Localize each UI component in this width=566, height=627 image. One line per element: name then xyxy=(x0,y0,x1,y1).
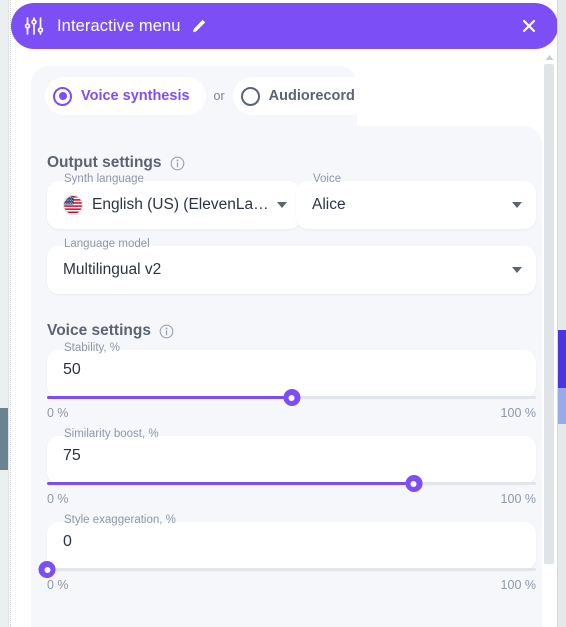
pencil-icon[interactable] xyxy=(191,18,207,34)
stability-value: 50 xyxy=(63,361,81,378)
tab-audiorecord[interactable]: Audiorecord xyxy=(232,77,371,115)
chevron-down-icon[interactable] xyxy=(512,202,522,208)
close-icon[interactable] xyxy=(518,15,540,37)
stability-slider-fill xyxy=(47,396,292,399)
chevron-down-icon[interactable] xyxy=(512,267,522,273)
voice-settings-heading: Voice settings xyxy=(47,322,174,340)
language-model-select[interactable]: Language model Multilingual v2 xyxy=(47,238,536,294)
style-exaggeration-max-label: 100 % xyxy=(500,578,536,592)
radio-unselected-icon xyxy=(240,86,260,106)
page-scrollbar-left[interactable] xyxy=(0,0,9,627)
style-exaggeration-value: 0 xyxy=(63,533,72,550)
stability-slider-track[interactable] xyxy=(47,389,536,406)
tab-audiorecord-label: Audiorecord xyxy=(268,88,355,104)
page-scrollbar-right-thumb-secondary[interactable] xyxy=(558,388,566,424)
output-settings-heading-label: Output settings xyxy=(47,154,162,171)
similarity-boost-max-label: 100 % xyxy=(500,492,536,506)
tab-voice-synthesis[interactable]: Voice synthesis xyxy=(45,77,206,115)
modal-window: Interactive menu Voice synthesis or Audi… xyxy=(10,0,557,627)
settings-panel: Output settings Synth language English (… xyxy=(31,126,542,627)
modal-body: Voice synthesis or Audiorecord Output se… xyxy=(11,52,542,627)
similarity-boost-label: Similarity boost, % xyxy=(64,428,159,440)
similarity-boost-slider-thumb[interactable] xyxy=(405,475,423,492)
tab-voice-synthesis-label: Voice synthesis xyxy=(81,88,190,104)
us-flag-icon xyxy=(63,195,83,215)
page-scrollbar-right-thumb[interactable] xyxy=(558,330,566,388)
style-exaggeration-min-label: 0 % xyxy=(47,578,69,592)
style-exaggeration-slider-thumb[interactable] xyxy=(38,561,56,578)
page-title: Interactive menu xyxy=(57,16,181,35)
modal-titlebar: Interactive menu xyxy=(11,3,557,49)
synth-language-select[interactable]: Synth language English (US) (ElevenLa… xyxy=(47,173,301,229)
mode-tabstrip: Voice synthesis or Audiorecord xyxy=(31,66,371,126)
similarity-boost-slider-track[interactable] xyxy=(47,475,536,492)
voice-value: Alice xyxy=(312,196,346,213)
stability-max-label: 100 % xyxy=(500,406,536,420)
style-exaggeration-input[interactable]: Style exaggeration, % 0 xyxy=(47,514,536,570)
synth-language-value: English (US) (ElevenLa… xyxy=(92,196,269,213)
stability-slider-thumb[interactable] xyxy=(283,389,300,406)
sliders-icon xyxy=(23,15,45,37)
voice-label: Voice xyxy=(313,173,342,185)
page-scrollbar-left-thumb[interactable] xyxy=(0,408,8,470)
stability-label: Stability, % xyxy=(64,342,121,354)
radio-selected-icon xyxy=(53,86,72,106)
similarity-boost-slider-fill xyxy=(47,482,414,485)
synth-language-value-wrap: English (US) (ElevenLa… xyxy=(63,195,269,215)
output-settings-heading: Output settings xyxy=(47,154,185,172)
voice-select[interactable]: Voice Alice xyxy=(296,173,536,229)
similarity-boost-min-label: 0 % xyxy=(47,492,69,506)
synth-language-label: Synth language xyxy=(64,173,144,185)
page-scrollbar-right[interactable] xyxy=(557,0,566,627)
output-settings-info-icon[interactable] xyxy=(170,156,185,171)
modal-scrollbar[interactable] xyxy=(543,52,555,627)
language-model-label: Language model xyxy=(64,238,150,250)
stability-min-label: 0 % xyxy=(47,406,69,420)
style-exaggeration-slider-track[interactable] xyxy=(38,561,536,578)
modal-scrollbar-thumb[interactable] xyxy=(544,64,554,564)
language-model-value: Multilingual v2 xyxy=(63,261,162,278)
chevron-down-icon[interactable] xyxy=(277,202,287,208)
interactive-menu-screen: Interactive menu Voice synthesis or Audi… xyxy=(0,0,566,627)
style-exaggeration-label: Style exaggeration, % xyxy=(64,514,176,526)
similarity-boost-value: 75 xyxy=(63,447,81,464)
scroll-up-arrow-icon[interactable] xyxy=(543,52,555,63)
tab-separator-label: or xyxy=(213,89,225,103)
voice-settings-info-icon[interactable] xyxy=(159,324,174,339)
similarity-boost-input[interactable]: Similarity boost, % 75 xyxy=(47,428,536,484)
voice-settings-heading-label: Voice settings xyxy=(47,322,151,339)
